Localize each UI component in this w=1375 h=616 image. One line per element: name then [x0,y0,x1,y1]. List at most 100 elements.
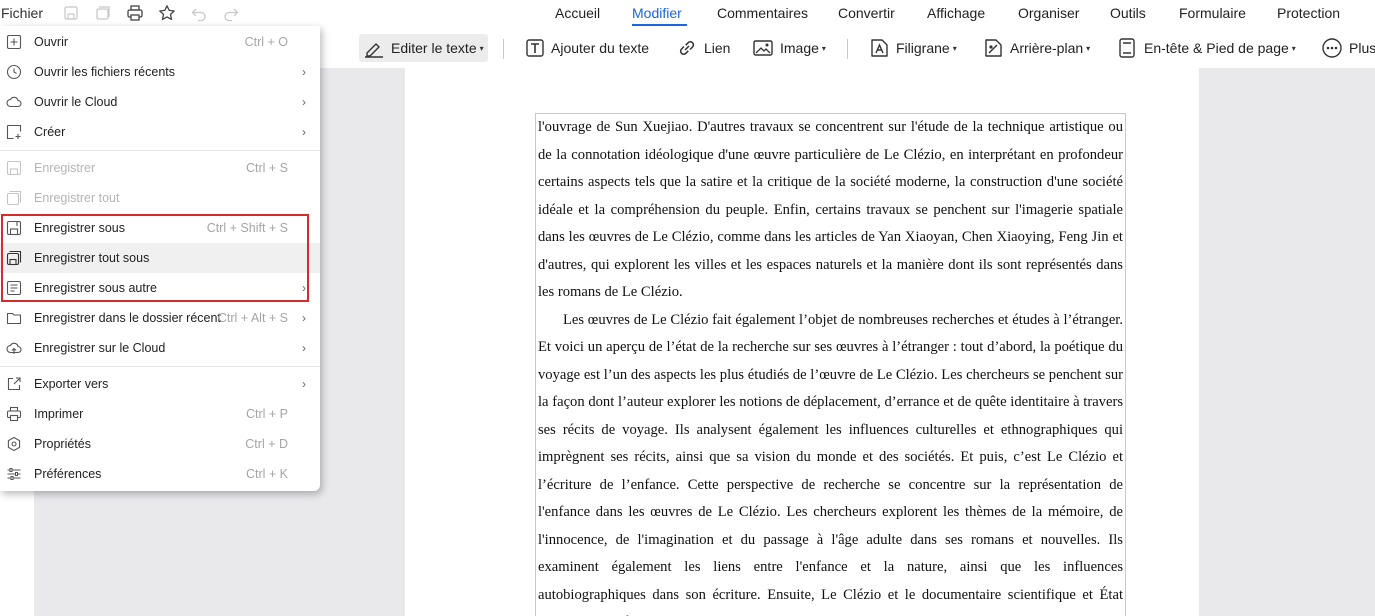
redo-icon[interactable] [222,4,240,22]
link-label: Lien [704,40,731,56]
image-button[interactable]: Image ▾ [752,34,826,62]
menu-item-label: Exporter vers [34,377,109,391]
highlight-box [1,214,309,302]
print-icon [6,406,22,422]
background-label: Arrière-plan [1010,40,1084,56]
menu-item-save-recent-folder[interactable]: Enregistrer dans le dossier récent Ctrl … [0,303,320,333]
chevron-right-icon: › [302,341,306,355]
edit-text-label: Editer le texte [391,40,477,56]
menu-item-export[interactable]: Exporter vers › [0,369,320,399]
cloud-upload-icon [6,342,22,354]
menu-separator [0,366,320,367]
tab-affichage[interactable]: Affichage [927,5,985,21]
link-button[interactable]: Lien [676,34,730,62]
tab-commentaires[interactable]: Commentaires [717,5,808,21]
menu-item-shortcut: Ctrl + O [244,35,288,49]
background-icon [985,39,1002,57]
undo-icon[interactable] [190,4,208,22]
menu-item-label: Propriétés [34,437,91,451]
cloud-icon [6,96,22,108]
watermark-label: Filigrane [896,40,950,56]
chevron-right-icon: › [302,377,306,391]
chevron-down-icon: ▾ [479,43,484,53]
create-icon [6,124,22,140]
tab-organiser[interactable]: Organiser [1018,5,1079,21]
menu-item-shortcut: Ctrl + D [245,437,288,451]
menu-item-label: Enregistrer tout [34,191,120,205]
menu-item-label: Préférences [34,467,102,481]
image-icon [753,40,773,56]
chevron-down-icon: ▾ [1086,43,1091,53]
watermark-button[interactable]: Filigrane ▾ [868,34,957,62]
menu-item-shortcut: Ctrl + K [245,467,288,481]
star-icon[interactable] [158,4,176,22]
tab-protection[interactable]: Protection [1277,5,1340,21]
menu-separator [0,150,320,151]
edit-text-button[interactable]: Editer le texte ▾ [359,34,488,62]
menu-item-label: Créer [34,125,66,139]
header-footer-button[interactable]: En-tête & Pied de page ▾ [1116,34,1296,62]
menu-item-label: Ouvrir le Cloud [34,95,118,109]
menu-item-preferences[interactable]: Préférences Ctrl + K [0,459,320,489]
header-footer-label: En-tête & Pied de page [1144,40,1289,56]
save-all-icon[interactable] [94,4,112,22]
menu-item-label: Enregistrer [34,161,96,175]
menu-item-label: Ouvrir les fichiers récents [34,65,176,79]
more-button[interactable]: Plus [1321,34,1375,62]
menu-item-open-cloud[interactable]: Ouvrir le Cloud › [0,87,320,117]
save-all-icon [6,190,22,206]
tab-outils[interactable]: Outils [1110,5,1146,21]
save-icon[interactable] [62,4,80,22]
edit-text-icon [365,43,383,58]
plus-icon [6,34,22,50]
menu-item-recent-files[interactable]: Ouvrir les fichiers récents › [0,57,320,87]
export-icon [7,377,21,391]
image-label: Image [780,40,819,56]
menu-item-properties[interactable]: Propriétés Ctrl + D [0,429,320,459]
menu-item-shortcut: Ctrl + S [245,161,288,175]
menu-item-create[interactable]: Créer › [0,117,320,147]
more-icon [1322,38,1342,58]
chevron-down-icon: ▾ [821,43,826,53]
tab-accueil[interactable]: Accueil [555,5,600,21]
folder-icon [6,312,22,325]
top-bar: Fichier Accueil Modifier Commentaires Co… [0,0,1375,26]
chevron-down-icon: ▾ [1291,43,1296,53]
watermark-icon [871,39,888,57]
link-icon [679,41,695,55]
add-text-icon [526,39,544,57]
menu-item-label: Ouvrir [34,35,69,49]
add-text-label: Ajouter du texte [551,40,650,56]
menu-item-label: Imprimer [34,407,84,421]
file-menu-button[interactable]: Fichier [1,5,43,21]
tab-convertir[interactable]: Convertir [838,5,895,21]
chevron-right-icon: › [302,95,306,109]
toolbar-divider [847,39,848,59]
chevron-right-icon: › [302,65,306,79]
menu-item-save-cloud[interactable]: Enregistrer sur le Cloud › [0,333,320,363]
chevron-right-icon: › [302,311,306,325]
header-footer-icon [1119,38,1135,58]
text-edit-box[interactable]: l'ouvrage de Sun Xuejiao. D'autres trava… [535,113,1126,616]
properties-icon [7,436,21,452]
menu-item-save[interactable]: Enregistrer Ctrl + S [0,153,320,183]
tab-formulaire[interactable]: Formulaire [1179,5,1246,21]
menu-item-ouvrir[interactable]: Ouvrir Ctrl + O [0,27,320,57]
print-icon[interactable] [126,4,144,22]
menu-item-shortcut: Ctrl + P [245,407,288,421]
menu-item-label: Enregistrer dans le dossier récent [34,311,221,325]
clock-icon [6,64,22,80]
menu-item-label: Enregistrer sur le Cloud [34,341,166,355]
background-button[interactable]: Arrière-plan ▾ [982,34,1090,62]
save-icon [6,160,22,176]
menu-item-save-all[interactable]: Enregistrer tout [0,183,320,213]
menu-item-print[interactable]: Imprimer Ctrl + P [0,399,320,429]
edit-toolbar: Editer le texte ▾ Ajouter du texte Lien I… [320,26,1375,68]
document-paragraph: Les œuvres de Le Clézio fait également l… [538,311,1123,616]
more-label: Plus [1349,40,1375,56]
tab-modifier[interactable]: Modifier [632,5,682,21]
sliders-icon [7,468,21,480]
chevron-down-icon: ▾ [952,43,957,53]
add-text-button[interactable]: Ajouter du texte [525,34,649,62]
document-paragraph: l'ouvrage de Sun Xuejiao. D'autres trava… [538,119,1123,300]
